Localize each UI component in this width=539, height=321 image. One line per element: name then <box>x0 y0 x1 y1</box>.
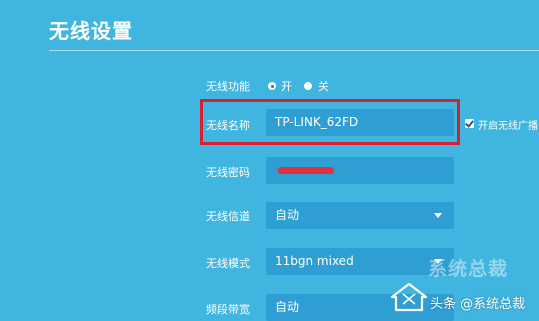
password-label: 无线密码 <box>206 166 250 179</box>
mode-select[interactable]: 11bgn mixed <box>266 248 454 275</box>
broadcast-checkbox[interactable] <box>465 119 474 128</box>
channel-label: 无线信道 <box>206 210 250 223</box>
radio-off-label: 关 <box>318 80 329 93</box>
watermark-text: 系统总裁 <box>428 258 509 280</box>
mode-value: 11bgn mixed <box>275 254 354 268</box>
watermark-logo-icon <box>390 282 428 312</box>
title-divider <box>49 50 539 51</box>
bandwidth-label: 频段带宽 <box>206 303 250 316</box>
ssid-highlight-box <box>200 99 460 145</box>
broadcast-checkbox-label: 开启无线广播 <box>478 121 538 132</box>
radio-off[interactable] <box>304 82 312 90</box>
bandwidth-value: 自动 <box>275 300 300 314</box>
chevron-down-icon <box>434 213 442 218</box>
page-title: 无线设置 <box>49 19 133 43</box>
wireless-function-label: 无线功能 <box>206 80 250 93</box>
password-redaction <box>278 167 334 174</box>
radio-on-label: 开 <box>281 80 292 93</box>
watermark-caption: 头条 @系统总裁 <box>430 297 526 312</box>
channel-value: 自动 <box>275 208 300 222</box>
radio-on[interactable] <box>268 82 276 90</box>
channel-select[interactable]: 自动 <box>266 202 454 229</box>
mode-label: 无线模式 <box>206 257 250 270</box>
